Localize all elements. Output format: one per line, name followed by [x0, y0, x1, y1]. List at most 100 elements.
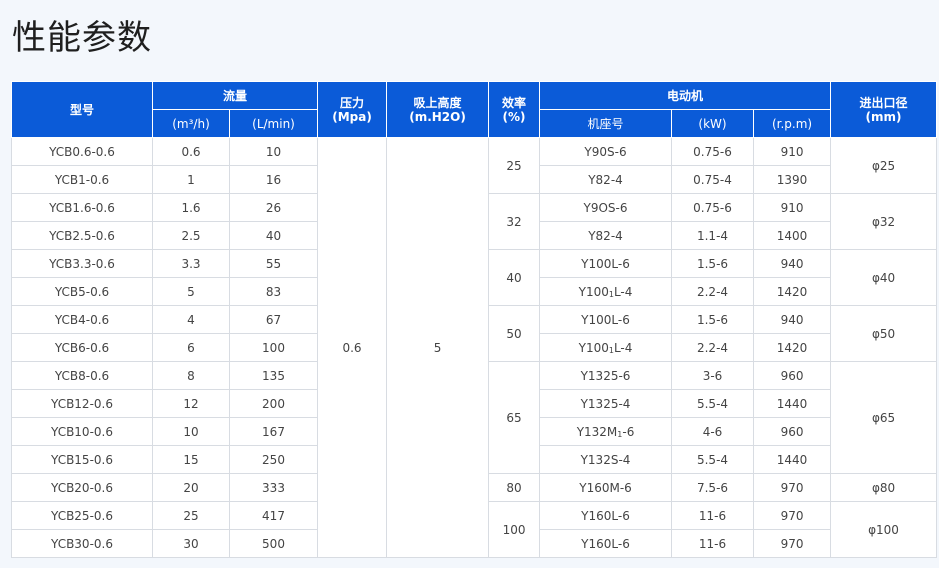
header-port: 进出口径 (mm): [830, 81, 938, 138]
cell-motor-speed: 940: [753, 249, 832, 278]
cell-model: YCB15-0.6: [11, 445, 153, 474]
header-motor: 电动机: [539, 81, 832, 110]
header-efficiency-unit: (%): [502, 109, 526, 124]
cell-motor-frame: Y1325-6: [539, 361, 673, 390]
cell-model: YCB20-0.6: [11, 473, 153, 502]
cell-flow-m3h: 1.6: [152, 193, 230, 222]
cell-model: YCB1.6-0.6: [11, 193, 153, 222]
cell-motor-speed: 960: [753, 361, 832, 390]
cell-model: YCB30-0.6: [11, 529, 153, 558]
cell-motor-speed: 1400: [753, 221, 832, 250]
cell-motor-power: 1.5-6: [671, 305, 755, 334]
cell-motor-frame: Y82-4: [539, 165, 673, 194]
header-efficiency-label: 效率: [502, 95, 527, 110]
cell-flow-m3h: 3.3: [152, 249, 230, 278]
cell-flow-m3h: 20: [152, 473, 230, 502]
cell-efficiency: 80: [488, 473, 541, 502]
cell-flow-lmin: 200: [228, 389, 319, 418]
cell-flow-lmin: 16: [228, 165, 319, 194]
cell-efficiency: 25: [488, 137, 541, 194]
cell-model: YCB25-0.6: [11, 501, 153, 530]
cell-flow-m3h: 6: [152, 333, 230, 362]
cell-model: YCB3.3-0.6: [11, 249, 153, 278]
cell-motor-speed: 1440: [753, 389, 832, 418]
cell-motor-frame: Y100L-6: [539, 249, 673, 278]
cell-flow-lmin: 10: [228, 137, 319, 166]
cell-flow-m3h: 8: [152, 361, 230, 390]
cell-motor-power: 2.2-4: [671, 333, 755, 362]
frame-prefix: Y100: [578, 340, 609, 355]
table-row: YCB0.6-0.6 0.6 10 0.6 5 25 Y90S-6 0.75-6…: [11, 137, 938, 558]
header-suction-unit: (m.H2O): [409, 109, 466, 124]
cell-motor-power: 3-6: [671, 361, 755, 390]
header-suction-label: 吸上高度: [413, 95, 462, 110]
header-flow-lmin: (L/min): [228, 109, 319, 138]
header-pressure-unit: (Mpa): [332, 109, 372, 124]
cell-port: φ65: [830, 361, 938, 474]
cell-flow-m3h: 4: [152, 305, 230, 334]
cell-motor-speed: 940: [753, 305, 832, 334]
cell-motor-speed: 970: [753, 501, 832, 530]
cell-motor-power: 5.5-4: [671, 445, 755, 474]
header-motor-speed: (r.p.m): [753, 109, 832, 138]
header-motor-power: (kW): [671, 109, 755, 138]
cell-motor-speed: 910: [753, 193, 832, 222]
cell-flow-lmin: 40: [228, 221, 319, 250]
cell-motor-power: 4-6: [671, 417, 755, 446]
cell-flow-lmin: 135: [228, 361, 319, 390]
header-flow: 流量: [151, 81, 319, 110]
header-pressure: 压力 (Mpa): [317, 81, 388, 138]
cell-efficiency: 65: [488, 361, 541, 474]
cell-motor-power: 7.5-6: [671, 473, 755, 502]
cell-port: φ100: [830, 501, 938, 558]
cell-efficiency: 50: [488, 305, 541, 362]
cell-motor-speed: 960: [753, 417, 832, 446]
cell-motor-frame: Y1001L-4: [539, 277, 673, 306]
cell-motor-frame: Y132S-4: [539, 445, 673, 474]
cell-flow-lmin: 250: [228, 445, 319, 474]
cell-flow-m3h: 2.5: [152, 221, 230, 250]
cell-motor-power: 5.5-4: [671, 389, 755, 418]
cell-flow-m3h: 0.6: [152, 137, 230, 166]
cell-flow-m3h: 30: [152, 529, 230, 558]
cell-model: YCB10-0.6: [11, 417, 153, 446]
cell-flow-lmin: 417: [228, 501, 319, 530]
cell-flow-lmin: 167: [228, 417, 319, 446]
table-body: YCB0.6-0.6 0.6 10 0.6 5 25 Y90S-6 0.75-6…: [11, 137, 938, 558]
cell-motor-power: 0.75-6: [671, 137, 755, 166]
header-pressure-label: 压力: [340, 95, 365, 110]
performance-table: 型号 流量 压力 (Mpa) 吸上高度 (m.H2O) 效率 (%) 电动机 进…: [11, 81, 938, 558]
cell-motor-frame: Y82-4: [539, 221, 673, 250]
cell-motor-power: 1.5-6: [671, 249, 755, 278]
header-suction: 吸上高度 (m.H2O): [386, 81, 490, 138]
header-port-label: 进出口径: [859, 95, 908, 110]
cell-port: φ40: [830, 249, 938, 306]
cell-port: φ80: [830, 473, 938, 502]
cell-motor-power: 11-6: [671, 529, 755, 558]
page-title: 性能参数: [12, 18, 152, 58]
cell-pressure: 0.6: [317, 137, 388, 558]
cell-flow-m3h: 10: [152, 417, 230, 446]
cell-motor-power: 0.75-6: [671, 193, 755, 222]
cell-motor-power: 2.2-4: [671, 277, 755, 306]
cell-port: φ32: [830, 193, 938, 250]
frame-suffix: -6: [622, 424, 635, 439]
cell-motor-speed: 970: [753, 529, 832, 558]
cell-port: φ25: [830, 137, 938, 194]
cell-flow-m3h: 12: [152, 389, 230, 418]
cell-motor-speed: 1420: [753, 333, 832, 362]
header-flow-m3h: (m³/h): [152, 109, 230, 138]
cell-motor-frame: Y160L-6: [539, 501, 673, 530]
cell-flow-lmin: 500: [228, 529, 319, 558]
cell-port: φ50: [830, 305, 938, 362]
cell-flow-lmin: 83: [228, 277, 319, 306]
cell-flow-m3h: 25: [152, 501, 230, 530]
cell-motor-speed: 1440: [753, 445, 832, 474]
table-header: 型号 流量 压力 (Mpa) 吸上高度 (m.H2O) 效率 (%) 电动机 进…: [11, 81, 938, 138]
cell-model: YCB12-0.6: [11, 389, 153, 418]
cell-model: YCB5-0.6: [11, 277, 153, 306]
cell-flow-m3h: 15: [152, 445, 230, 474]
cell-motor-frame: Y1325-4: [539, 389, 673, 418]
frame-suffix: L-4: [613, 340, 633, 355]
cell-model: YCB4-0.6: [11, 305, 153, 334]
